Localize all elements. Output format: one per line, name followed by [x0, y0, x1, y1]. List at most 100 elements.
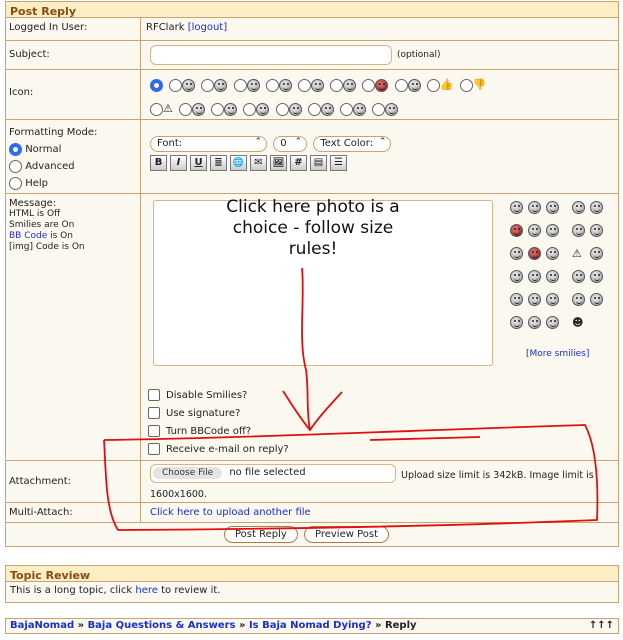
confused-icon[interactable]	[590, 293, 603, 306]
link-globe-button[interactable]: 🌐	[230, 155, 247, 171]
icon-radio[interactable]	[265, 78, 279, 92]
tongue-icon[interactable]	[572, 201, 585, 214]
icon-radio[interactable]	[297, 78, 311, 92]
multi-attach-label: Multi-Attach:	[6, 503, 141, 522]
bbcode-link[interactable]: BB Code	[9, 231, 47, 241]
subject-row: Subject: (optional)	[6, 40, 618, 69]
sleepy-icon[interactable]	[546, 293, 559, 306]
blush-icon[interactable]	[510, 293, 523, 306]
icon-radio[interactable]	[179, 102, 193, 116]
username: RFClark	[146, 22, 185, 33]
image-button[interactable]: 🖼	[270, 155, 287, 171]
cool-icon[interactable]	[590, 201, 603, 214]
icon-radio[interactable]	[211, 102, 225, 116]
logged-in-label: Logged In User:	[6, 18, 141, 40]
bbcode-off-label: Turn BBCode off?	[166, 426, 252, 437]
frown-icon[interactable]	[528, 270, 541, 283]
text-color-select[interactable]: Text Color:	[313, 136, 392, 152]
upload-another-link[interactable]: Click here to upload another file	[150, 507, 311, 518]
size-select[interactable]: 0	[273, 136, 308, 152]
attachment-row: Attachment: Choose File no file selected…	[6, 460, 618, 502]
wink-icon	[310, 78, 324, 92]
align-button[interactable]: ≣	[210, 155, 227, 171]
icon-radio-none[interactable]	[150, 78, 163, 92]
icon-radio[interactable]	[362, 78, 376, 92]
wink-icon[interactable]	[546, 224, 559, 237]
disable-smilies-label: Disable Smilies?	[166, 390, 248, 401]
laugh-icon[interactable]	[572, 224, 585, 237]
silly-icon[interactable]	[510, 316, 523, 329]
italic-button[interactable]: I	[170, 155, 187, 171]
biggrin-icon[interactable]	[572, 293, 585, 306]
email-reply-label: Receive e-mail on reply?	[166, 444, 289, 455]
email-button[interactable]: ✉	[250, 155, 267, 171]
post-reply-button[interactable]: Post Reply	[224, 526, 298, 543]
logout-link[interactable]: [logout]	[188, 22, 227, 33]
warning-icon[interactable]: ⚠	[572, 247, 590, 260]
rolleyes-icon[interactable]	[510, 270, 523, 283]
breadcrumb-separator: »	[235, 620, 249, 631]
bbcode-off-checkbox[interactable]	[148, 425, 160, 437]
icon-radio[interactable]	[243, 102, 257, 116]
icon-label: Icon:	[6, 70, 141, 119]
smirk-icon[interactable]	[590, 270, 603, 283]
icon-radio[interactable]	[150, 102, 163, 116]
breadcrumb-separator: »	[371, 620, 385, 631]
yawn-icon[interactable]	[546, 270, 559, 283]
subject-input[interactable]	[150, 45, 392, 65]
quote-button[interactable]: ▤	[310, 155, 327, 171]
logged-in-row: Logged In User: RFClark [logout]	[6, 18, 618, 40]
mode-normal-radio[interactable]	[9, 142, 22, 156]
ninja-icon[interactable]: ☻	[572, 316, 590, 329]
icon-radio[interactable]	[459, 78, 473, 92]
idea-icon[interactable]	[510, 247, 523, 260]
icon-radio[interactable]	[330, 78, 344, 92]
grin-icon[interactable]	[546, 201, 559, 214]
list-button[interactable]: ☰	[330, 155, 347, 171]
icon-radio[interactable]	[233, 78, 247, 92]
email-reply-checkbox[interactable]	[148, 443, 160, 455]
embarrassed-icon[interactable]	[590, 247, 603, 260]
sad-icon[interactable]	[528, 201, 541, 214]
evil-icon[interactable]	[528, 247, 541, 260]
mode-help-radio[interactable]	[9, 176, 22, 190]
cry-icon[interactable]	[590, 224, 603, 237]
smile-icon[interactable]	[510, 201, 523, 214]
icon-radio[interactable]	[394, 78, 408, 92]
sick-icon[interactable]	[546, 316, 559, 329]
mode-advanced-radio[interactable]	[9, 159, 22, 173]
bold-button[interactable]: B	[150, 155, 167, 171]
disable-smilies-checkbox[interactable]	[148, 389, 160, 401]
more-smilies-link[interactable]: [More smilies]	[526, 349, 605, 359]
rolling-icon[interactable]	[528, 316, 541, 329]
font-select[interactable]: Font:	[150, 136, 267, 152]
scroll-top-arrows-icon[interactable]: ↑↑↑	[589, 620, 614, 631]
breadcrumb-forum[interactable]: Baja Questions & Answers	[88, 620, 236, 631]
icon-radio[interactable]	[426, 78, 440, 92]
breadcrumb-home[interactable]: BajaNomad	[10, 620, 74, 631]
idea-icon	[288, 102, 302, 116]
icon-radio[interactable]	[307, 102, 321, 116]
icon-radio[interactable]	[169, 78, 183, 92]
topic-review-text-end: to review it.	[157, 585, 221, 596]
icon-radio[interactable]	[340, 102, 353, 116]
submit-row: Post Reply Preview Post	[6, 522, 618, 547]
icon-radio[interactable]	[201, 78, 215, 92]
topic-review-title: Topic Review	[6, 566, 618, 582]
lol-icon[interactable]	[572, 270, 585, 283]
preview-post-button[interactable]: Preview Post	[303, 526, 390, 543]
use-signature-checkbox[interactable]	[148, 407, 160, 419]
attachment-label: Attachment:	[6, 461, 141, 502]
topic-review-link[interactable]: here	[135, 585, 158, 596]
cool-icon	[343, 78, 357, 92]
bigeyes-icon[interactable]	[528, 293, 541, 306]
shocked-icon[interactable]	[528, 224, 541, 237]
question-icon[interactable]	[546, 247, 559, 260]
mad-icon[interactable]	[510, 224, 523, 237]
icon-radio[interactable]	[275, 102, 289, 116]
underline-button[interactable]: U	[190, 155, 207, 171]
breadcrumb-thread[interactable]: Is Baja Nomad Dying?	[249, 620, 372, 631]
code-button[interactable]: #	[290, 155, 307, 171]
breadcrumb-separator: »	[74, 620, 88, 631]
icon-radio[interactable]	[372, 102, 386, 116]
